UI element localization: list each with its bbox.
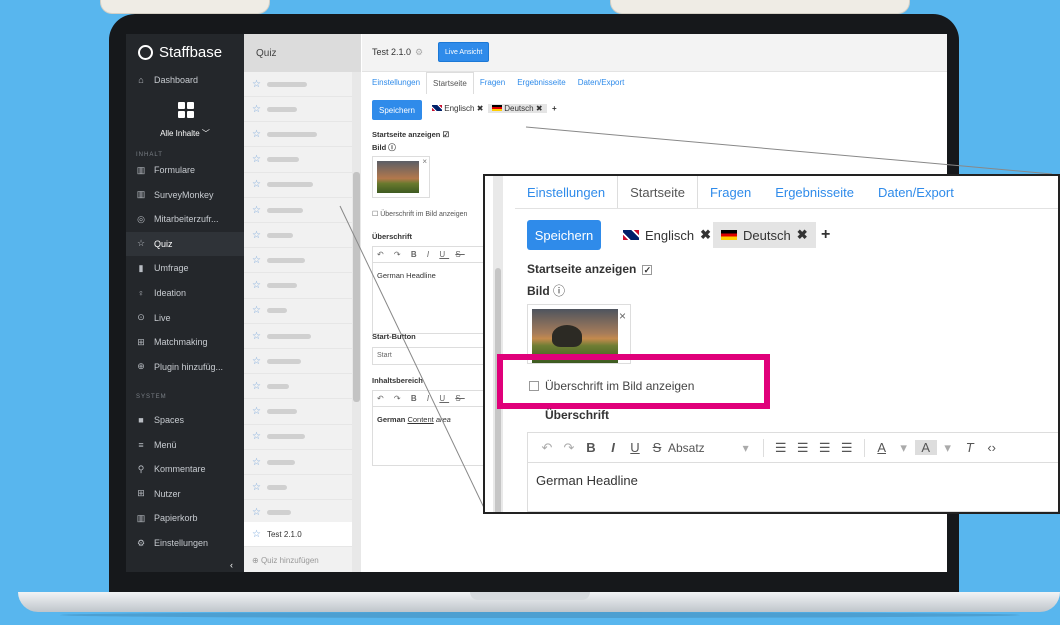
de-flag-icon bbox=[721, 230, 737, 240]
zoom-remove-image-icon[interactable]: × bbox=[619, 309, 626, 323]
tree-image bbox=[552, 325, 582, 347]
align-right-icon[interactable]: ☰ bbox=[814, 440, 836, 456]
chevron-down-icon: ▾ bbox=[742, 440, 749, 455]
align-justify-icon[interactable]: ☰ bbox=[836, 440, 858, 456]
zoom-save-button[interactable]: Speichern bbox=[527, 220, 601, 250]
zoom-image-label-text: Bild bbox=[527, 284, 550, 298]
align-center-icon[interactable]: ☰ bbox=[792, 440, 814, 456]
zoom-tab-questions[interactable]: Fragen bbox=[698, 176, 763, 208]
clear-format-icon[interactable]: T bbox=[959, 440, 981, 455]
zoom-headline-in-image-text: Überschrift im Bild anzeigen bbox=[545, 379, 695, 393]
zoom-scrollbar bbox=[493, 176, 503, 512]
checkbox-box[interactable] bbox=[529, 381, 539, 391]
chevron-down-icon[interactable]: ▾ bbox=[937, 440, 959, 456]
align-left-icon[interactable]: ☰ bbox=[770, 440, 792, 456]
strikethrough-icon[interactable]: S bbox=[646, 440, 668, 455]
remove-english-icon[interactable]: ✖ bbox=[700, 227, 711, 243]
chevron-down-icon[interactable]: ▾ bbox=[893, 440, 915, 456]
zoom-image-label: Bild ⓘ bbox=[527, 282, 565, 299]
zoom-editor-toolbar: ↶ ↷ B I U S Absatz ▾ ☰ ☰ ☰ ☰ A ▾ A ▾ T ‹› bbox=[528, 433, 1058, 463]
format-select-label: Absatz bbox=[668, 440, 705, 455]
source-code-icon[interactable]: ‹› bbox=[981, 440, 1003, 455]
zoom-show-start-checkbox[interactable]: ✓ bbox=[642, 264, 653, 275]
zoom-tab-divider bbox=[515, 208, 1058, 209]
bold-icon[interactable]: B bbox=[580, 440, 602, 455]
zoom-show-start-text: Startseite anzeigen bbox=[527, 262, 637, 276]
uk-flag-icon bbox=[623, 230, 639, 240]
zoom-language-german[interactable]: Deutsch ✖ bbox=[713, 222, 816, 248]
zoom-show-start-label: Startseite anzeigen ✓ bbox=[527, 262, 653, 276]
zoom-tab-startpage[interactable]: Startseite bbox=[617, 176, 698, 208]
format-select[interactable]: Absatz ▾ bbox=[668, 441, 757, 455]
zoom-headline-label: Überschrift bbox=[545, 408, 610, 422]
zoom-tab-results[interactable]: Ergebnisseite bbox=[763, 176, 866, 208]
zoom-tab-settings[interactable]: Einstellungen bbox=[515, 176, 617, 208]
italic-icon[interactable]: I bbox=[602, 440, 624, 455]
redo-icon[interactable]: ↷ bbox=[558, 440, 580, 456]
zoom-headline-in-image-checkbox[interactable]: Überschrift im Bild anzeigen bbox=[529, 379, 694, 393]
highlight-color-icon[interactable]: A bbox=[914, 440, 937, 455]
undo-icon[interactable]: ↶ bbox=[536, 440, 558, 456]
zoom-language-german-label: Deutsch bbox=[743, 227, 791, 243]
zoom-language-english[interactable]: Englisch ✖ bbox=[615, 222, 719, 248]
zoom-headline-editor[interactable]: ↶ ↷ B I U S Absatz ▾ ☰ ☰ ☰ ☰ A ▾ A ▾ T ‹›… bbox=[527, 432, 1058, 512]
zoom-language-english-label: Englisch bbox=[645, 227, 695, 243]
text-color-icon[interactable]: A bbox=[871, 440, 893, 455]
zoom-tab-data-export[interactable]: Daten/Export bbox=[866, 176, 966, 208]
zoom-callout: Einstellungen Startseite Fragen Ergebnis… bbox=[483, 174, 1060, 514]
zoom-tab-bar: Einstellungen Startseite Fragen Ergebnis… bbox=[515, 176, 966, 208]
zoom-headline-editor-text[interactable]: German Headline bbox=[528, 463, 1058, 498]
zoom-add-language-button[interactable]: + bbox=[813, 222, 838, 248]
underline-icon[interactable]: U bbox=[624, 440, 646, 455]
zoom-help-icon[interactable]: ⓘ bbox=[553, 284, 565, 298]
remove-german-icon[interactable]: ✖ bbox=[797, 227, 808, 243]
